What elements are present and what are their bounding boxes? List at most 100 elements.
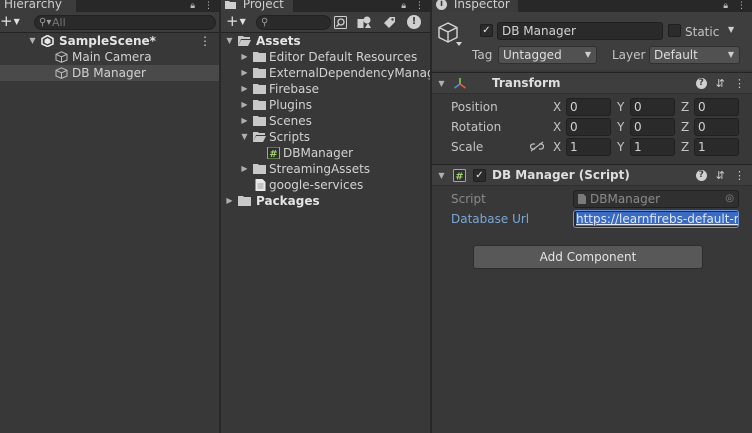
file-label: google-services — [269, 178, 364, 192]
axis-x-label: X — [553, 140, 562, 154]
project-search-input[interactable]: ⚲ — [256, 15, 331, 30]
script-label: DBManager — [283, 146, 354, 160]
rotation-z-field[interactable]: 0 — [694, 118, 739, 136]
project-item-editor-default-resources[interactable]: ▶ Editor Default Resources — [221, 49, 430, 65]
tag-icon[interactable] — [383, 16, 396, 29]
lock-icon[interactable]: 🔒︎ — [401, 1, 406, 11]
create-asset-button[interactable]: +▼ — [226, 14, 246, 29]
active-toggle[interactable]: ✓ — [480, 24, 493, 37]
foldout-closed-icon[interactable]: ▶ — [240, 113, 249, 129]
presets-icon[interactable]: ⇵ — [716, 165, 725, 186]
create-button[interactable]: +▼ — [0, 14, 20, 29]
scale-z-field[interactable]: 1 — [694, 138, 739, 156]
project-item-streaming-assets[interactable]: ▶ StreamingAssets — [221, 161, 430, 177]
project-item-plugins[interactable]: ▶ Plugins — [221, 97, 430, 113]
position-x-field[interactable]: 0 — [566, 98, 611, 116]
folder-icon — [253, 52, 266, 62]
search-by-type-icon[interactable] — [334, 16, 347, 29]
tab-menu-icon[interactable]: ⋮ — [204, 1, 213, 11]
tab-menu-icon[interactable]: ⋮ — [737, 1, 746, 11]
rotation-y-field[interactable]: 0 — [630, 118, 675, 136]
assets-label: Assets — [256, 34, 301, 48]
axis-x-label: X — [553, 120, 562, 134]
rotation-x-field[interactable]: 0 — [566, 118, 611, 136]
scene-label: SampleScene* — [59, 34, 156, 48]
hierarchy-item-db-manager[interactable]: DB Manager — [0, 65, 219, 81]
search-by-label-icon[interactable] — [357, 16, 371, 29]
tab-inspector[interactable]: i Inspector — [432, 0, 518, 12]
presets-icon[interactable]: ⇵ — [716, 73, 725, 94]
folder-icon — [238, 196, 251, 206]
static-toggle[interactable]: ✓ — [668, 24, 681, 37]
script-field-label: Script — [451, 192, 486, 206]
project-item-scripts[interactable]: ▼ Scripts — [221, 129, 430, 145]
position-z-field[interactable]: 0 — [694, 98, 739, 116]
gameobject-icon[interactable] — [438, 21, 462, 47]
tab-hierarchy[interactable]: Hierarchy — [0, 0, 76, 12]
hierarchy-toolbar: +▼ ⚲▾ All — [0, 12, 219, 33]
tab-project[interactable]: Project — [221, 0, 293, 12]
help-icon[interactable]: ? — [695, 170, 707, 181]
project-item-assets[interactable]: ▼ Assets — [221, 33, 430, 49]
project-item-firebase[interactable]: ▶ Firebase — [221, 81, 430, 97]
help-icon[interactable]: ? — [695, 78, 707, 89]
script-enabled-toggle[interactable]: ✓ — [473, 169, 486, 182]
lock-icon[interactable]: 🔒︎ — [190, 1, 195, 11]
warning-filter-icon[interactable]: ! — [407, 15, 421, 29]
project-item-external-dependency-manager[interactable]: ▶ ExternalDependencyManager — [221, 65, 430, 81]
tab-menu-icon[interactable]: ⋮ — [415, 1, 424, 11]
component-menu-icon[interactable]: ⋮ — [734, 73, 745, 94]
hierarchy-search-input[interactable]: ⚲▾ All — [34, 15, 216, 30]
component-menu-icon[interactable]: ⋮ — [734, 165, 745, 186]
foldout-open-icon[interactable]: ▼ — [437, 73, 446, 94]
csharp-script-icon: # — [453, 169, 466, 182]
position-label: Position — [451, 100, 498, 114]
scene-row[interactable]: ▼ SampleScene* ⋮ — [0, 33, 219, 49]
foldout-closed-icon[interactable]: ▶ — [240, 161, 249, 177]
layer-dropdown[interactable]: Default ▼ — [649, 46, 740, 64]
project-panel: Project 🔒︎ ⋮ +▼ ⚲ ! ▼ Assets ▶ Editor De… — [221, 0, 430, 433]
axis-y-label: Y — [617, 100, 625, 114]
transform-header[interactable]: ▼ Transform ? ⇵ ⋮ — [432, 72, 752, 94]
folder-icon — [253, 100, 266, 110]
project-item-dbmanager-script[interactable]: # DBManager — [221, 145, 430, 161]
foldout-open-icon[interactable]: ▼ — [240, 129, 249, 145]
foldout-open-icon[interactable]: ▼ — [28, 33, 37, 49]
scale-x-field[interactable]: 1 — [566, 138, 611, 156]
gameobject-header: ✓ DB Manager ✓ Static ▼ Tag Untagged ▼ L… — [432, 12, 752, 70]
hierarchy-item-main-camera[interactable]: Main Camera — [0, 49, 219, 65]
foldout-closed-icon[interactable]: ▶ — [240, 49, 249, 65]
lock-icon[interactable]: 🔒︎ — [723, 1, 728, 11]
scale-y-field[interactable]: 1 — [630, 138, 675, 156]
project-tab-label: Project — [242, 0, 284, 11]
hierarchy-tree: ▼ SampleScene* ⋮ Main Camera DB Manager — [0, 33, 219, 81]
script-component-header[interactable]: ▼ # ✓ DB Manager (Script) ? ⇵ ⋮ — [432, 164, 752, 186]
foldout-open-icon[interactable]: ▼ — [225, 33, 234, 49]
add-component-button[interactable]: Add Component — [473, 245, 703, 269]
hierarchy-panel: Hierarchy 🔒︎ ⋮ +▼ ⚲▾ All ▼ SampleScene* … — [0, 0, 219, 433]
position-y-field[interactable]: 0 — [630, 98, 675, 116]
folder-icon — [253, 68, 266, 78]
constrain-proportions-link-icon[interactable] — [530, 141, 544, 152]
foldout-open-icon[interactable]: ▼ — [437, 165, 446, 186]
tag-dropdown[interactable]: Untagged ▼ — [498, 46, 597, 64]
transform-title: Transform — [492, 76, 561, 90]
scene-menu-icon[interactable]: ⋮ — [199, 33, 211, 49]
folder-label: Firebase — [269, 82, 320, 96]
chevron-down-icon[interactable]: ▼ — [728, 25, 734, 34]
project-item-packages[interactable]: ▶ Packages — [221, 193, 430, 209]
chevron-down-icon: ▼ — [727, 50, 734, 59]
foldout-closed-icon[interactable]: ▶ — [240, 65, 249, 81]
hierarchy-search-placeholder: All — [52, 16, 66, 29]
search-icon: ⚲ — [261, 17, 269, 28]
project-item-scenes[interactable]: ▶ Scenes — [221, 113, 430, 129]
search-icon: ⚲▾ — [39, 17, 52, 28]
object-name-field[interactable]: DB Manager — [497, 22, 663, 40]
database-url-input[interactable]: https://learnfirebs-default-rt — [573, 210, 739, 228]
foldout-closed-icon[interactable]: ▶ — [240, 81, 249, 97]
foldout-closed-icon[interactable]: ▶ — [225, 193, 234, 209]
folder-open-icon — [238, 36, 251, 46]
project-item-google-services[interactable]: google-services — [221, 177, 430, 193]
folder-icon — [253, 84, 266, 94]
foldout-closed-icon[interactable]: ▶ — [240, 97, 249, 113]
